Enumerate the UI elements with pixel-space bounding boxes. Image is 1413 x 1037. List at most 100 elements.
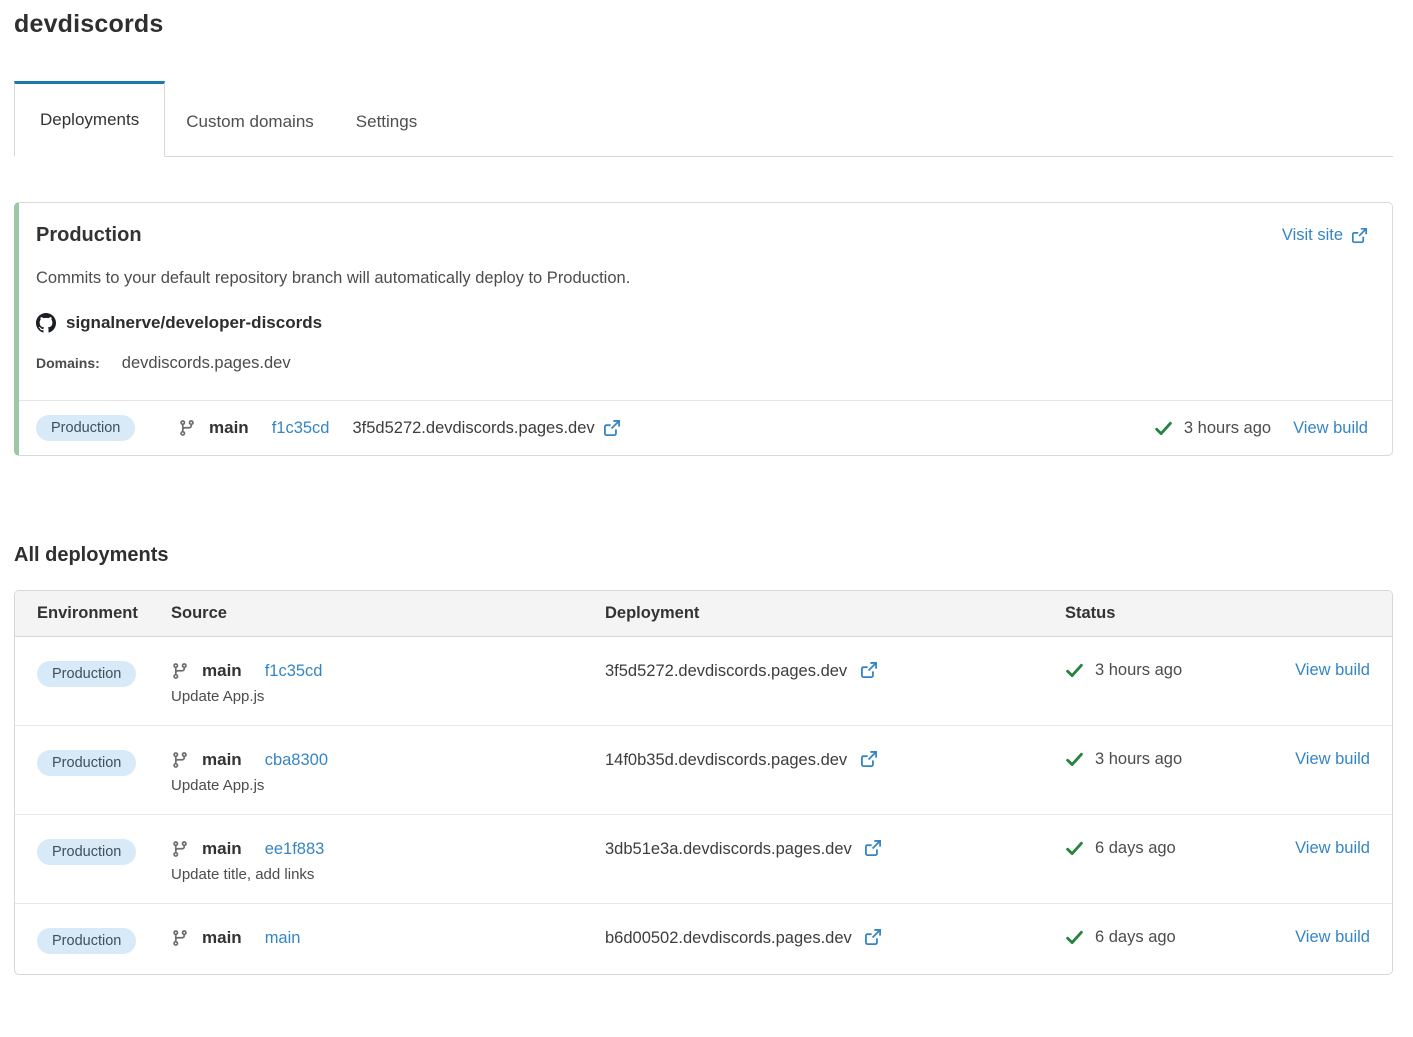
- environment-badge: Production: [37, 839, 136, 865]
- page: devdiscords Deployments Custom domains S…: [14, 10, 1393, 975]
- deployment-cell: b6d00502.devdiscords.pages.dev: [605, 928, 1065, 948]
- deployment-url: b6d00502.devdiscords.pages.dev: [605, 929, 852, 947]
- branch-name: main: [202, 839, 242, 859]
- git-branch-icon: [171, 662, 189, 680]
- deployments-table: Environment Source Deployment Status Pro…: [14, 590, 1393, 975]
- tab-deployments[interactable]: Deployments: [14, 81, 165, 157]
- commit-link[interactable]: main: [265, 929, 301, 948]
- source-cell: main ee1f883 Update title, add links: [171, 839, 605, 883]
- external-link-icon: [864, 839, 882, 857]
- commit-message: Update App.js: [171, 688, 605, 705]
- branch-wrap: main: [178, 418, 249, 438]
- environment-cell: Production: [36, 415, 178, 441]
- status-cell: 3 hours ago: [1065, 750, 1295, 769]
- check-icon: [1154, 419, 1173, 438]
- deployment-row: Production main f1c35cd Update App.js 3f…: [15, 637, 1392, 725]
- status-cell: 6 days ago: [1065, 928, 1295, 947]
- view-build-link[interactable]: View build: [1293, 419, 1368, 438]
- production-card-body: Production Visit site Commits to your de…: [19, 203, 1392, 400]
- environment-cell: Production: [37, 750, 171, 776]
- view-build-link[interactable]: View build: [1295, 661, 1370, 679]
- commit-link[interactable]: ee1f883: [265, 840, 325, 859]
- view-build-link[interactable]: View build: [1295, 928, 1370, 946]
- commit-message: Update App.js: [171, 777, 605, 794]
- deployment-row: Production main ee1f883 Update title, ad…: [15, 814, 1392, 903]
- action-cell: View build: [1295, 928, 1370, 947]
- tab-custom-domains[interactable]: Custom domains: [165, 81, 335, 156]
- production-card: Production Visit site Commits to your de…: [14, 202, 1393, 456]
- deployment-cell: 3f5d5272.devdiscords.pages.dev: [605, 661, 1065, 681]
- view-build-link[interactable]: View build: [1295, 750, 1370, 768]
- page-title: devdiscords: [14, 10, 1393, 39]
- production-card-header: Production Visit site: [36, 224, 1368, 247]
- external-link-icon: [860, 661, 878, 679]
- commit-link[interactable]: cba8300: [265, 751, 328, 770]
- source-line: main ee1f883: [171, 839, 605, 859]
- deployment-row: Production main cba8300 Update App.js 14…: [15, 725, 1392, 814]
- all-deployments-title: All deployments: [14, 544, 1393, 567]
- deployment-url-external-link[interactable]: [603, 419, 621, 437]
- environment-cell: Production: [37, 928, 171, 954]
- domains-label: Domains:: [36, 355, 100, 371]
- production-description: Commits to your default repository branc…: [36, 269, 1368, 288]
- external-link-icon: [1351, 227, 1368, 244]
- visit-site-label: Visit site: [1282, 226, 1343, 245]
- external-link-icon: [860, 750, 878, 768]
- action-cell: View build: [1295, 839, 1370, 858]
- branch-name: main: [202, 661, 242, 681]
- git-branch-icon: [171, 751, 189, 769]
- external-link-icon: [603, 419, 621, 437]
- source-cell: main f1c35cd Update App.js: [171, 661, 605, 705]
- check-icon: [1065, 661, 1084, 680]
- deployments-table-body: Production main f1c35cd Update App.js 3f…: [15, 637, 1392, 974]
- deployment-cell: 14f0b35d.devdiscords.pages.dev: [605, 750, 1065, 770]
- deployment-url-external-link[interactable]: [864, 928, 882, 946]
- action-cell: View build: [1295, 661, 1370, 680]
- commit-message: Update title, add links: [171, 866, 605, 883]
- domains-value: devdiscords.pages.dev: [122, 354, 291, 373]
- source-cell: main main: [171, 928, 605, 948]
- deployment-url: 3f5d5272.devdiscords.pages.dev: [352, 419, 594, 438]
- deployments-table-header: Environment Source Deployment Status: [15, 591, 1392, 637]
- git-branch-icon: [171, 840, 189, 858]
- branch-name: main: [202, 928, 242, 948]
- column-header-environment: Environment: [37, 604, 171, 623]
- action-cell: View build: [1295, 750, 1370, 769]
- view-build-link[interactable]: View build: [1295, 839, 1370, 857]
- visit-site-link[interactable]: Visit site: [1282, 226, 1368, 245]
- environment-badge: Production: [37, 750, 136, 776]
- column-header-deployment: Deployment: [605, 604, 1065, 623]
- environment-badge: Production: [37, 661, 136, 687]
- external-link-icon: [864, 928, 882, 946]
- deployment-url-external-link[interactable]: [860, 750, 878, 768]
- status-cell: 3 hours ago: [1065, 661, 1295, 680]
- repo-link[interactable]: signalnerve/developer-discords: [36, 313, 1368, 333]
- deployment-url-external-link[interactable]: [860, 661, 878, 679]
- deployment-time: 6 days ago: [1095, 928, 1176, 947]
- git-branch-icon: [171, 929, 189, 947]
- branch-name: main: [209, 418, 249, 438]
- commit-link[interactable]: f1c35cd: [265, 662, 323, 681]
- check-icon: [1065, 928, 1084, 947]
- deployment-time: 6 days ago: [1095, 839, 1176, 858]
- domains-row: Domains: devdiscords.pages.dev: [36, 354, 1368, 373]
- source-line: main main: [171, 928, 605, 948]
- check-icon: [1065, 839, 1084, 858]
- production-deployment-row: Production main f1c35cd 3f5d5272.devdisc…: [19, 400, 1392, 455]
- deployment-url-external-link[interactable]: [864, 839, 882, 857]
- deployment-time: 3 hours ago: [1095, 661, 1182, 680]
- environment-cell: Production: [37, 839, 171, 865]
- deployment-status: 3 hours ago View build: [1154, 419, 1368, 438]
- tab-bar: Deployments Custom domains Settings: [14, 81, 1393, 157]
- source-line: main f1c35cd: [171, 661, 605, 681]
- repo-name: signalnerve/developer-discords: [66, 313, 322, 333]
- deployment-time: 3 hours ago: [1184, 419, 1271, 438]
- deployment-time: 3 hours ago: [1095, 750, 1182, 769]
- deployment-url: 3db51e3a.devdiscords.pages.dev: [605, 840, 852, 858]
- tab-settings[interactable]: Settings: [335, 81, 438, 156]
- deployment-url: 14f0b35d.devdiscords.pages.dev: [605, 751, 847, 769]
- github-icon: [36, 313, 56, 333]
- commit-link[interactable]: f1c35cd: [272, 419, 330, 438]
- branch-name: main: [202, 750, 242, 770]
- deployment-cell: 3db51e3a.devdiscords.pages.dev: [605, 839, 1065, 859]
